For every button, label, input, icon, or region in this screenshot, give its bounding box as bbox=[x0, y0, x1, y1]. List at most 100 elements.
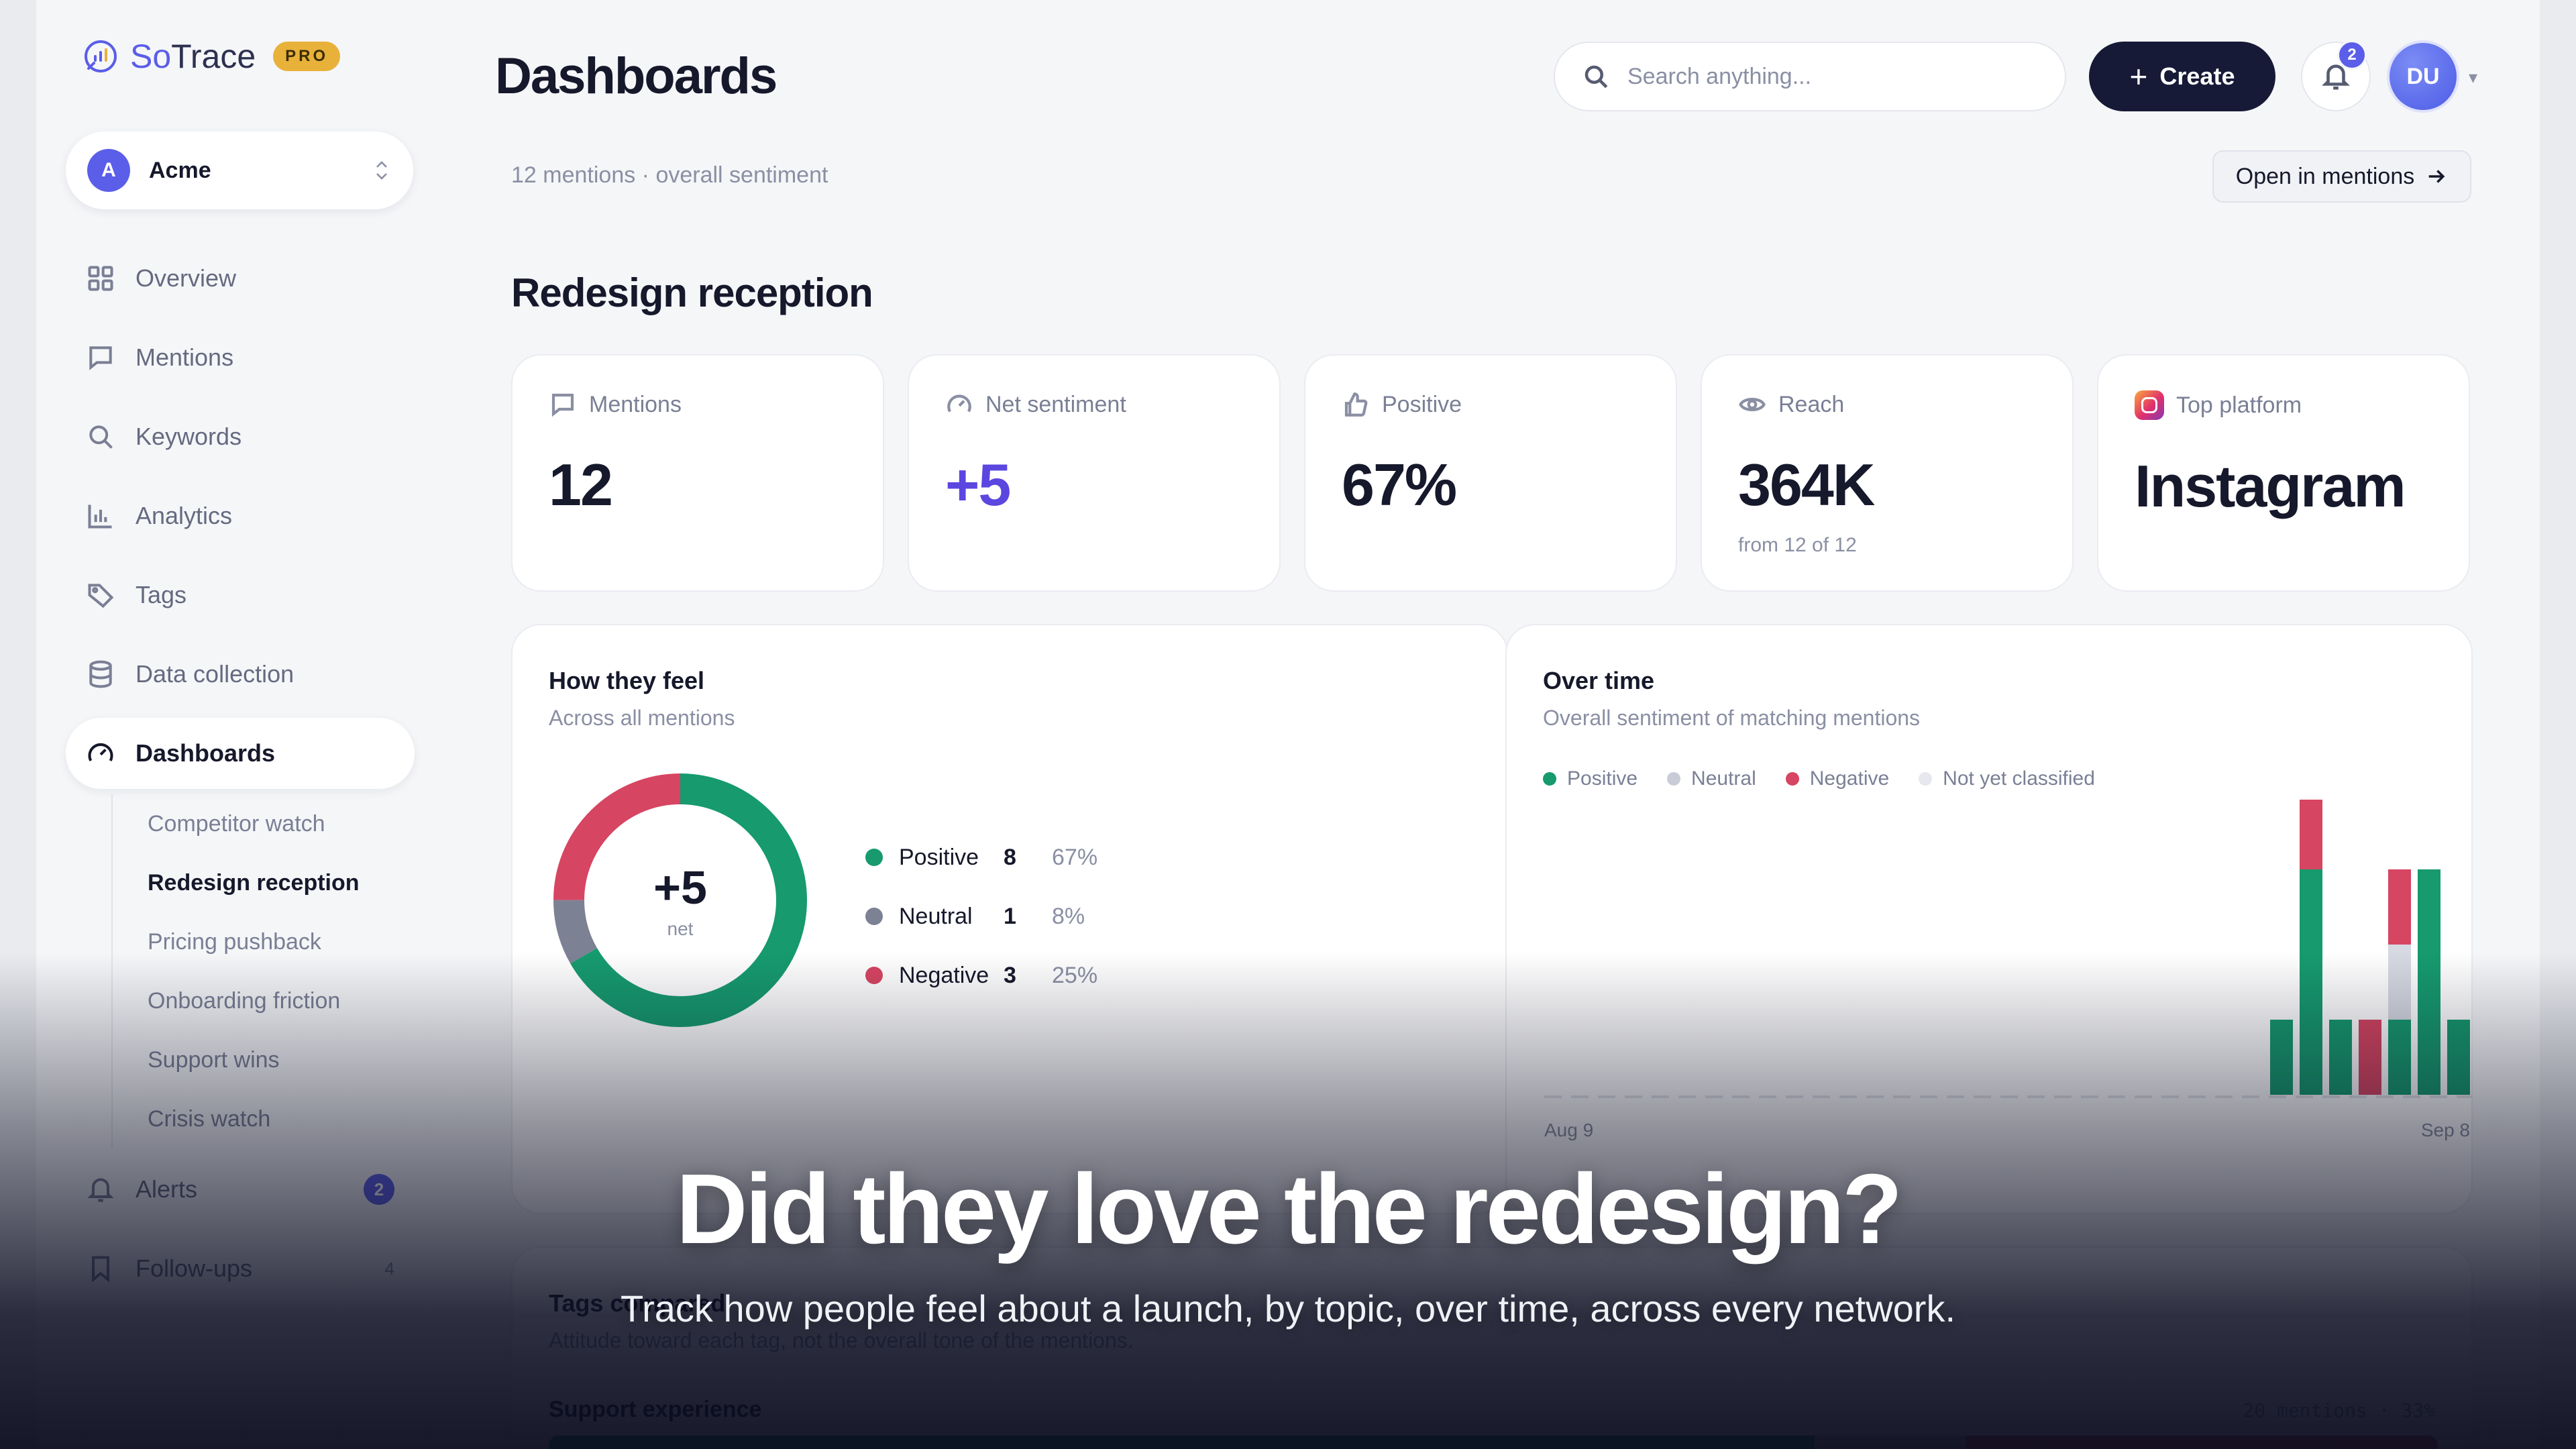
brand-name: SoTrace bbox=[130, 38, 256, 75]
legend-item-negative[interactable]: Negative bbox=[1785, 767, 1889, 790]
legend-label: Neutral bbox=[1691, 767, 1756, 790]
bar-segment-negative[interactable] bbox=[2388, 869, 2411, 945]
legend-dot bbox=[1667, 772, 1681, 786]
search-bar[interactable] bbox=[1554, 42, 2066, 111]
over-time-panel: Over time Overall sentiment of matching … bbox=[1505, 624, 2473, 1214]
notifications-badge: 2 bbox=[2337, 40, 2367, 70]
bar-segment-negative[interactable] bbox=[2300, 800, 2322, 869]
legend-name: Positive bbox=[899, 844, 979, 870]
subnav-item-onboarding-friction[interactable]: Onboarding friction bbox=[148, 971, 415, 1030]
logo[interactable]: SoTrace PRO bbox=[82, 35, 341, 78]
bar-segment-positive[interactable] bbox=[2329, 1020, 2352, 1095]
sidebar-nav: Overview Mentions Keywords Analytics Tag… bbox=[66, 243, 415, 1312]
chevron-updown-icon bbox=[376, 161, 387, 180]
overlay-tagline: Track how people feel about a launch, by… bbox=[620, 1287, 1956, 1330]
bar-segment-positive[interactable] bbox=[2300, 869, 2322, 1095]
legend-row-positive: Positive 8 67% bbox=[865, 828, 1097, 887]
sidebar-item-dashboards[interactable]: Dashboards bbox=[66, 718, 415, 789]
sidebar-item-label: Overview bbox=[136, 264, 237, 292]
legend-dot bbox=[865, 908, 883, 925]
chevron-down-icon[interactable]: ▾ bbox=[2469, 67, 2477, 88]
legend-dot bbox=[865, 967, 883, 984]
stat-label: Top platform bbox=[2176, 392, 2302, 418]
bar-segment-neutral[interactable] bbox=[2388, 945, 2411, 1020]
sidebar-item-label: Analytics bbox=[136, 502, 233, 529]
legend-item-positive[interactable]: Positive bbox=[1543, 767, 1638, 790]
donut-center: +5 net bbox=[553, 773, 808, 1028]
bar-segment-positive[interactable] bbox=[2270, 1020, 2293, 1095]
subnav-item-competitor-watch[interactable]: Competitor watch bbox=[148, 794, 415, 853]
workspace-switcher[interactable]: A Acme bbox=[66, 131, 413, 209]
bar-segment-positive[interactable] bbox=[2388, 1020, 2411, 1095]
message-icon bbox=[89, 346, 112, 370]
sidebar-item-analytics[interactable]: Analytics bbox=[66, 480, 415, 551]
search-input[interactable] bbox=[1627, 63, 2043, 90]
stat-label: Positive bbox=[1382, 391, 1462, 417]
legend-label: Positive bbox=[1567, 767, 1638, 790]
legend-row-negative: Negative 3 25% bbox=[865, 946, 1097, 1005]
open-in-mentions-button[interactable]: Open in mentions bbox=[2212, 150, 2471, 203]
panel-subtitle: Attitude toward each tag, not the overal… bbox=[549, 1328, 1134, 1352]
legend-dot bbox=[1919, 772, 1933, 786]
sentiment-legend: Positive 8 67% Neutral 1 8% Negative 3 2… bbox=[865, 828, 1097, 1005]
legend-name: Neutral bbox=[899, 903, 973, 929]
overlay-headline: Did they love the redesign? bbox=[676, 1154, 1903, 1265]
legend-item-not-classified[interactable]: Not yet classified bbox=[1919, 767, 2095, 790]
subnav-item-crisis-watch[interactable]: Crisis watch bbox=[148, 1089, 415, 1148]
open-in-mentions-label: Open in mentions bbox=[2235, 163, 2415, 189]
stat-value: 67% bbox=[1342, 451, 1457, 518]
stat-label: Reach bbox=[1778, 391, 1845, 417]
page-title: Dashboards bbox=[495, 48, 777, 105]
subnav-item-redesign-reception[interactable]: Redesign reception bbox=[148, 853, 415, 912]
workspace-avatar: A bbox=[87, 149, 130, 192]
stat-value: 364K bbox=[1738, 451, 1875, 518]
bar-segment-positive[interactable] bbox=[2447, 1020, 2470, 1095]
how-they-feel-panel: How they feel Across all mentions +5 net… bbox=[511, 624, 1508, 1214]
stat-card-net-sentiment[interactable]: Net sentiment +5 bbox=[908, 354, 1281, 592]
legend-percent: 25% bbox=[1052, 962, 1098, 988]
sidebar-item-label: Data collection bbox=[136, 660, 294, 688]
stat-value: 12 bbox=[549, 451, 613, 518]
dashboard-subtitle: 12 mentions · overall sentiment bbox=[511, 162, 828, 188]
tags-compared-panel: Tags compared Attitude toward each tag, … bbox=[511, 1246, 2473, 1449]
workspace-name: Acme bbox=[149, 157, 211, 183]
donut-net-value: +5 bbox=[653, 861, 707, 914]
panel-title: Over time bbox=[1543, 667, 1655, 694]
stat-value: Instagram bbox=[2135, 453, 2406, 519]
panel-subtitle: Across all mentions bbox=[549, 706, 735, 730]
create-button[interactable]: + Create bbox=[2089, 42, 2275, 111]
sidebar-item-tags[interactable]: Tags bbox=[66, 559, 415, 631]
tag-bar-negative bbox=[1965, 1436, 2438, 1449]
bar-chart-icon bbox=[88, 504, 112, 529]
sidebar-item-label: Dashboards bbox=[136, 739, 276, 767]
stat-card-positive[interactable]: Positive 67% bbox=[1304, 354, 1677, 592]
legend-count: 8 bbox=[1004, 844, 1016, 870]
subnav-item-pricing-pushback[interactable]: Pricing pushback bbox=[148, 912, 415, 971]
user-avatar[interactable]: DU bbox=[2387, 40, 2459, 113]
tag-icon bbox=[88, 584, 114, 608]
sidebar-item-mentions[interactable]: Mentions bbox=[66, 322, 415, 393]
sidebar-item-overview[interactable]: Overview bbox=[66, 243, 415, 314]
tag-sentiment-bar bbox=[549, 1436, 2438, 1449]
legend-item-neutral[interactable]: Neutral bbox=[1667, 767, 1756, 790]
sidebar-item-keywords[interactable]: Keywords bbox=[66, 401, 415, 472]
dashboard-title: Redesign reception bbox=[511, 270, 873, 315]
plan-badge: PRO bbox=[273, 42, 341, 71]
database-icon bbox=[89, 660, 112, 688]
stat-card-reach[interactable]: Reach 364K from 12 of 12 bbox=[1701, 354, 2074, 592]
bar-segment-positive[interactable] bbox=[2418, 869, 2440, 1095]
legend-percent: 8% bbox=[1052, 903, 1085, 929]
subnav-item-support-wins[interactable]: Support wins bbox=[148, 1030, 415, 1089]
stat-card-top-platform[interactable]: Top platform Instagram bbox=[2097, 354, 2470, 592]
gauge-icon bbox=[947, 394, 971, 413]
legend-count: 3 bbox=[1004, 962, 1016, 988]
legend-count: 1 bbox=[1004, 903, 1016, 929]
thumbs-up-icon bbox=[1344, 392, 1368, 417]
dashboards-subnav: Competitor watch Redesign reception Pric… bbox=[111, 794, 415, 1148]
stat-card-mentions[interactable]: Mentions 12 bbox=[511, 354, 884, 592]
notifications-button[interactable]: 2 bbox=[2301, 40, 2371, 111]
legend-dot bbox=[865, 849, 883, 866]
sidebar-item-data-collection[interactable]: Data collection bbox=[66, 639, 415, 710]
legend-label: Not yet classified bbox=[1943, 767, 2095, 790]
bar-segment-negative[interactable] bbox=[2359, 1020, 2381, 1095]
